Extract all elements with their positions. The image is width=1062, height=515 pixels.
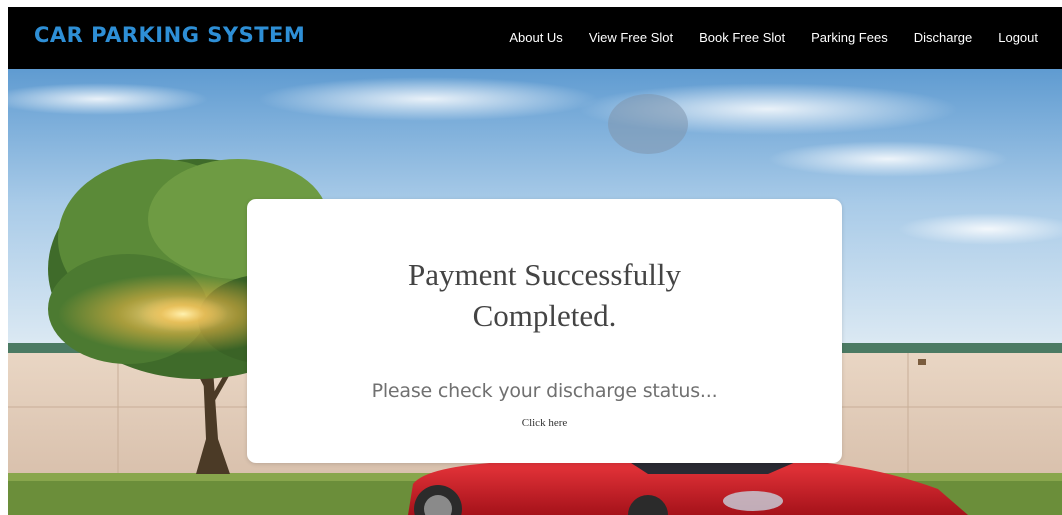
navbar: CAR PARKING SYSTEM About Us View Free Sl… <box>8 7 1062 69</box>
click-here-link[interactable]: Click here <box>247 417 842 429</box>
brand-logo[interactable]: CAR PARKING SYSTEM <box>34 23 305 47</box>
nav-link-logout[interactable]: Logout <box>998 30 1038 45</box>
nav-links: About Us View Free Slot Book Free Slot P… <box>509 30 1038 45</box>
payment-success-title-line1: Payment Successfully <box>408 257 681 292</box>
page-frame: CAR PARKING SYSTEM About Us View Free Sl… <box>8 7 1062 515</box>
nav-link-book-free-slot[interactable]: Book Free Slot <box>699 30 785 45</box>
nav-link-discharge[interactable]: Discharge <box>914 30 973 45</box>
payment-success-title: Payment Successfully Completed. <box>335 254 755 336</box>
nav-link-about-us[interactable]: About Us <box>509 30 562 45</box>
discharge-status-message: Please check your discharge status... <box>371 380 718 402</box>
payment-success-card: Payment Successfully Completed. Please c… <box>247 199 842 463</box>
payment-success-title-line2: Completed. <box>472 298 617 333</box>
nav-link-parking-fees[interactable]: Parking Fees <box>811 30 888 45</box>
nav-link-view-free-slot[interactable]: View Free Slot <box>589 30 673 45</box>
